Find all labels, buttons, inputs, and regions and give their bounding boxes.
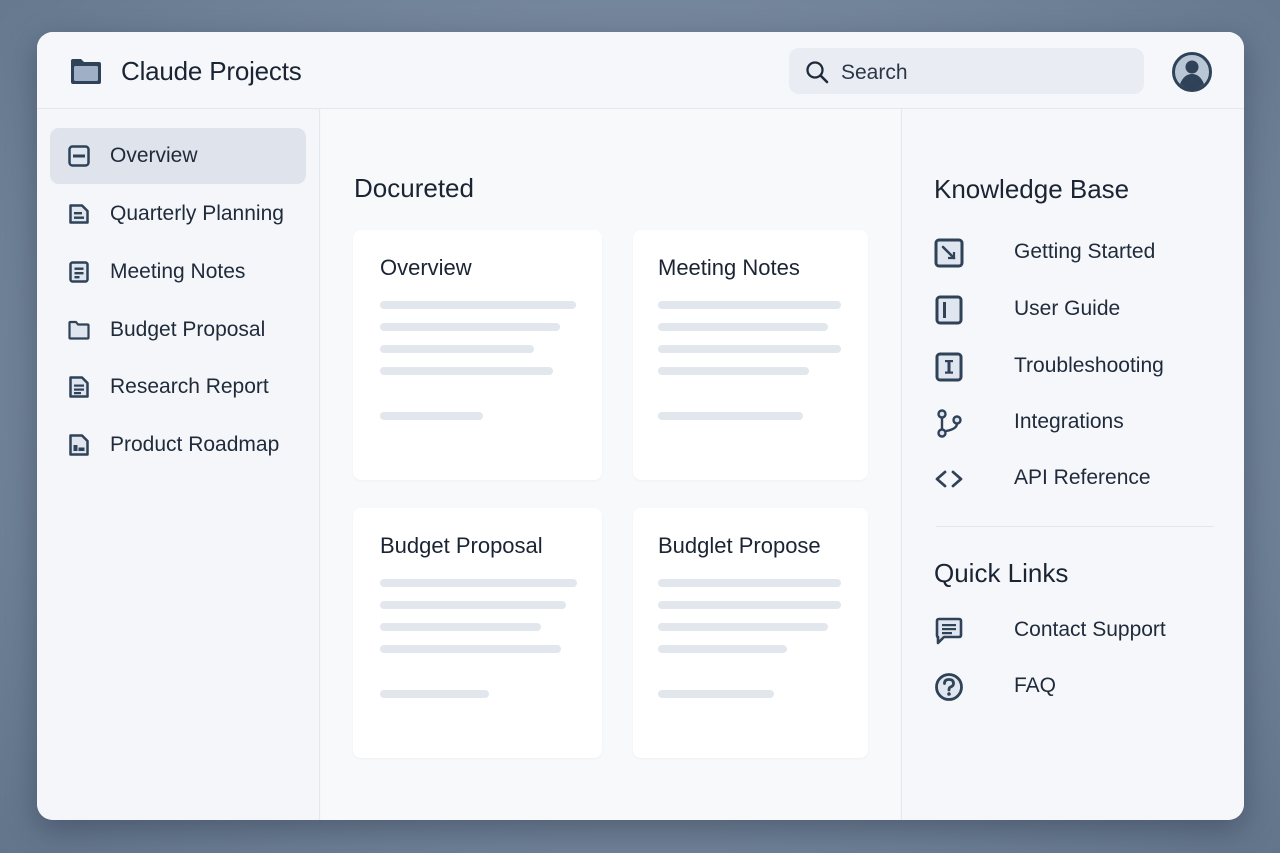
search-icon [806,61,829,84]
sidebar-item-label: Meeting Notes [110,260,246,283]
folder-icon [71,59,101,84]
kb-item-label: Troubleshooting [1014,354,1164,377]
card-title: Budget Proposal [380,533,543,558]
card-title: Budglet Propose [658,533,821,558]
book-icon [935,295,963,325]
avatar-icon[interactable] [1172,52,1212,92]
skeleton-line [658,323,828,331]
skeleton-line [658,412,803,420]
header: Claude Projects Search [37,32,1244,109]
document-card-budglet-propose[interactable]: Budglet Propose [633,508,868,758]
kb-item-label: User Guide [1014,297,1121,320]
folder-icon [68,320,90,340]
app-title: Claude Projects [121,56,302,86]
kb-item-label: Integrations [1014,410,1124,433]
skeleton-line [658,623,828,631]
sidebar-item-research-report[interactable]: Research Report [50,359,306,415]
kb-item-user-guide[interactable]: User Guide [934,293,1234,327]
card-title: Overview [380,255,472,280]
card-title: Meeting Notes [658,255,800,280]
sidebar: Overview Quarterly Planning Meeting Note… [37,109,320,820]
skeleton-line [380,579,577,587]
skeleton-line [658,579,841,587]
sidebar-item-label: Product Roadmap [110,433,280,456]
sidebar-item-label: Quarterly Planning [110,202,284,225]
skeleton-line [380,645,561,653]
app-window: Claude Projects Search Overview Quarterl… [37,32,1244,820]
knowledge-base-title: Knowledge Base [934,174,1130,204]
skeleton-line [380,412,483,420]
skeleton-line [380,601,566,609]
quick-links-title: Quick Links [934,558,1069,588]
skeleton-line [380,323,560,331]
skeleton-line [380,301,576,309]
kb-item-api-reference[interactable]: API Reference [934,462,1234,496]
kb-item-integrations[interactable]: Integrations [934,406,1234,440]
skeleton-line [380,690,489,698]
image-document-icon [69,434,89,456]
divider [936,526,1214,527]
sidebar-item-meeting-notes[interactable]: Meeting Notes [50,244,306,300]
skeleton-line [658,301,841,309]
skeleton-line [658,345,841,353]
chat-icon [935,617,963,645]
kb-item-label: Getting Started [1014,240,1156,263]
search-box[interactable]: Search [789,48,1144,94]
quick-link-contact-support[interactable]: Contact Support [934,614,1234,648]
kb-item-troubleshooting[interactable]: Troubleshooting [934,350,1234,384]
info-box-icon [935,352,963,382]
search-input[interactable]: Search [841,61,908,85]
skeleton-line [658,601,841,609]
quick-link-label: Contact Support [1014,618,1166,641]
main-content: Docureted Overview Meeting Notes Budget … [321,109,900,820]
kb-item-getting-started[interactable]: Getting Started [934,236,1234,270]
skeleton-line [380,345,534,353]
document-icon [68,145,90,167]
sidebar-item-quarterly-planning[interactable]: Quarterly Planning [50,186,306,242]
notes-icon [69,261,89,283]
page-title: Docureted [354,173,474,203]
document-icon [69,376,89,398]
sidebar-item-product-roadmap[interactable]: Product Roadmap [50,417,306,473]
arrow-box-icon [934,238,964,268]
document-card-meeting-notes[interactable]: Meeting Notes [633,230,868,480]
question-icon [935,673,963,701]
sidebar-item-label: Research Report [110,375,269,398]
quick-link-faq[interactable]: FAQ [934,670,1234,704]
sidebar-item-label: Budget Proposal [110,318,266,341]
skeleton-line [658,645,787,653]
document-card-overview[interactable]: Overview [353,230,602,480]
quick-link-label: FAQ [1014,674,1057,697]
skeleton-line [658,367,809,375]
sidebar-item-overview[interactable]: Overview [50,128,306,184]
skeleton-line [380,367,553,375]
right-panel: Knowledge Base Getting Started User Guid… [901,109,1244,820]
code-icon [935,470,963,488]
sidebar-item-budget-proposal[interactable]: Budget Proposal [50,302,306,358]
branch-icon [937,409,962,438]
document-card-budget-proposal[interactable]: Budget Proposal [353,508,602,758]
skeleton-line [380,623,541,631]
document-icon [69,204,89,224]
kb-item-label: API Reference [1014,466,1151,489]
sidebar-item-label: Overview [110,144,198,167]
skeleton-line [658,690,774,698]
